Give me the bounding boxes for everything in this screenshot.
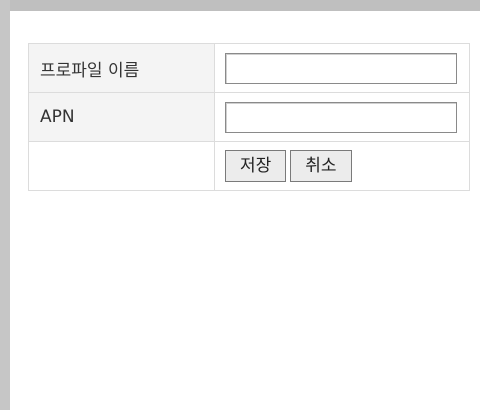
- apn-input[interactable]: [225, 101, 457, 133]
- form-row-apn: APN: [28, 92, 470, 142]
- profile-form: 프로파일 이름 APN 저장 취소: [28, 43, 470, 191]
- profile-name-input[interactable]: [225, 52, 457, 84]
- profile-name-label: 프로파일 이름: [28, 43, 215, 93]
- actions-cell: 저장 취소: [214, 141, 470, 191]
- window-frame-left: [0, 0, 10, 410]
- actions-label-cell: [28, 141, 215, 191]
- form-row-actions: 저장 취소: [28, 141, 470, 191]
- form-row-profile-name: 프로파일 이름: [28, 43, 470, 93]
- apn-label: APN: [28, 92, 215, 142]
- content-area: 프로파일 이름 APN 저장 취소: [10, 11, 480, 410]
- apn-cell: [214, 92, 470, 142]
- window-frame-top: [0, 0, 480, 11]
- profile-name-cell: [214, 43, 470, 93]
- cancel-button[interactable]: 취소: [290, 150, 352, 182]
- save-button[interactable]: 저장: [225, 150, 287, 182]
